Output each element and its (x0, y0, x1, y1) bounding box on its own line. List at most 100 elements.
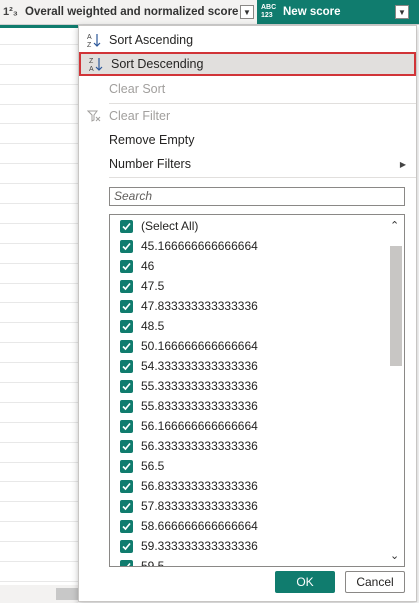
list-item[interactable]: 45.166666666666664 (120, 236, 258, 256)
list-item[interactable]: 58.666666666666664 (120, 516, 258, 536)
list-item-label: 59.333333333333336 (141, 539, 258, 553)
scrollbar-thumb[interactable] (390, 246, 402, 366)
number-filters-item[interactable]: Number Filters ▶ (79, 152, 416, 176)
scroll-up-icon[interactable]: ⌃ (390, 219, 399, 232)
table-row (0, 502, 78, 523)
checkbox-checked-icon[interactable] (120, 319, 133, 333)
checkbox-checked-icon[interactable] (120, 499, 133, 513)
checkbox-checked-icon[interactable] (120, 559, 133, 566)
list-item-label: 50.166666666666664 (141, 339, 258, 353)
column-title: New score (283, 6, 341, 18)
cancel-button[interactable]: Cancel (345, 571, 405, 593)
sort-ascending-item[interactable]: AZ Sort Ascending (79, 28, 416, 52)
remove-empty-item[interactable]: Remove Empty (79, 128, 416, 152)
list-item[interactable]: (Select All) (120, 216, 198, 236)
table-row (0, 244, 78, 264)
list-item[interactable]: 55.833333333333336 (120, 396, 258, 416)
list-item-label: 55.333333333333336 (141, 379, 258, 393)
list-item-label: 48.5 (141, 319, 165, 333)
list-item[interactable]: 48.5 (120, 316, 164, 336)
svg-text:Z: Z (89, 58, 94, 65)
checkbox-checked-icon[interactable] (120, 539, 133, 553)
checkbox-checked-icon[interactable] (120, 439, 133, 453)
horizontal-scrollbar[interactable] (0, 585, 78, 603)
list-item-label: 57.833333333333336 (141, 499, 258, 513)
number-type-icon[interactable]: 1²₃ (3, 6, 25, 18)
checkbox-checked-icon[interactable] (120, 379, 133, 393)
checkbox-checked-icon[interactable] (120, 279, 133, 293)
table-row (0, 542, 78, 563)
column-overall-score[interactable]: 1²₃ Overall weighted and normalized scor… (0, 0, 257, 24)
checkbox-checked-icon[interactable] (120, 339, 133, 353)
table-row (0, 323, 78, 344)
list-item[interactable]: 56.166666666666664 (120, 416, 258, 436)
vertical-scrollbar[interactable]: ⌃ ⌄ (387, 215, 404, 566)
value-list[interactable]: (Select All) 45.166666666666664 46 47.5 47.8… (109, 214, 405, 567)
search-input[interactable]: Search (109, 187, 405, 206)
list-item[interactable]: 59.333333333333336 (120, 536, 258, 556)
list-item-label: 56.5 (141, 459, 165, 473)
filter-dropdown-button[interactable]: ▼ (240, 5, 254, 19)
list-item[interactable]: 57.833333333333336 (120, 496, 258, 516)
menu-item-label: Remove Empty (109, 133, 195, 147)
list-item[interactable]: 59.5 (120, 556, 165, 567)
svg-text:A: A (87, 34, 92, 41)
table-row (0, 45, 78, 65)
list-item[interactable]: 50.166666666666664 (120, 336, 258, 356)
table-row (0, 443, 78, 463)
table-row (0, 383, 78, 403)
ok-button[interactable]: OK (275, 571, 335, 593)
list-item[interactable]: 56.333333333333336 (120, 436, 258, 456)
checkbox-checked-icon[interactable] (120, 419, 133, 433)
column-new-score[interactable]: ABC 123 New score ▼ (257, 0, 419, 24)
checkbox-checked-icon[interactable] (120, 459, 133, 473)
list-item-label: 56.833333333333336 (141, 479, 258, 493)
list-item[interactable]: 46 (120, 256, 154, 276)
table-row (0, 343, 78, 364)
svg-text:Z: Z (87, 42, 92, 48)
list-item[interactable]: 54.333333333333336 (120, 356, 258, 376)
menu-divider (109, 177, 416, 178)
table-row (0, 562, 78, 582)
any-type-icon[interactable]: ABC 123 (261, 4, 283, 20)
list-item[interactable]: 47.833333333333336 (120, 296, 258, 316)
checkbox-checked-icon[interactable] (120, 479, 133, 493)
table-row (0, 204, 78, 224)
chevron-down-icon: ▼ (398, 7, 406, 17)
menu-item-label: Sort Descending (111, 57, 204, 71)
table-row (0, 482, 78, 503)
checkbox-checked-icon[interactable] (120, 359, 133, 373)
data-grid (0, 25, 78, 603)
list-item-label: 58.666666666666664 (141, 519, 258, 533)
table-row (0, 124, 78, 145)
menu-item-label: Sort Ascending (109, 33, 194, 47)
table-row (0, 105, 78, 125)
table-row (0, 284, 78, 304)
table-row (0, 264, 78, 284)
checkbox-checked-icon[interactable] (120, 219, 133, 233)
list-item-label: 54.333333333333336 (141, 359, 258, 373)
checkbox-checked-icon[interactable] (120, 239, 133, 253)
list-item[interactable]: 47.5 (120, 276, 164, 296)
checkbox-checked-icon[interactable] (120, 299, 133, 313)
list-item-label: 59.5 (141, 559, 165, 567)
list-item[interactable]: 56.833333333333336 (120, 476, 258, 496)
clear-sort-item[interactable]: Clear Sort (79, 77, 416, 101)
list-item-label: 56.166666666666664 (141, 419, 258, 433)
menu-item-label: Clear Filter (109, 109, 171, 123)
checkbox-checked-icon[interactable] (120, 519, 133, 533)
clear-filter-item[interactable]: Clear Filter (79, 104, 416, 128)
scrollbar-thumb[interactable] (56, 588, 78, 600)
sort-descending-item[interactable]: ZA Sort Descending (79, 52, 416, 76)
sort-ascending-icon: AZ (79, 28, 109, 52)
table-row (0, 144, 78, 165)
list-item[interactable]: 56.5 (120, 456, 164, 476)
table-row (0, 403, 78, 423)
column-quality-bar (0, 25, 78, 28)
scroll-down-icon[interactable]: ⌄ (390, 549, 399, 562)
checkbox-checked-icon[interactable] (120, 259, 133, 273)
checkbox-checked-icon[interactable] (120, 399, 133, 413)
list-item-label: 47.5 (141, 279, 165, 293)
list-item[interactable]: 55.333333333333336 (120, 376, 258, 396)
filter-dropdown-button[interactable]: ▼ (395, 5, 409, 19)
